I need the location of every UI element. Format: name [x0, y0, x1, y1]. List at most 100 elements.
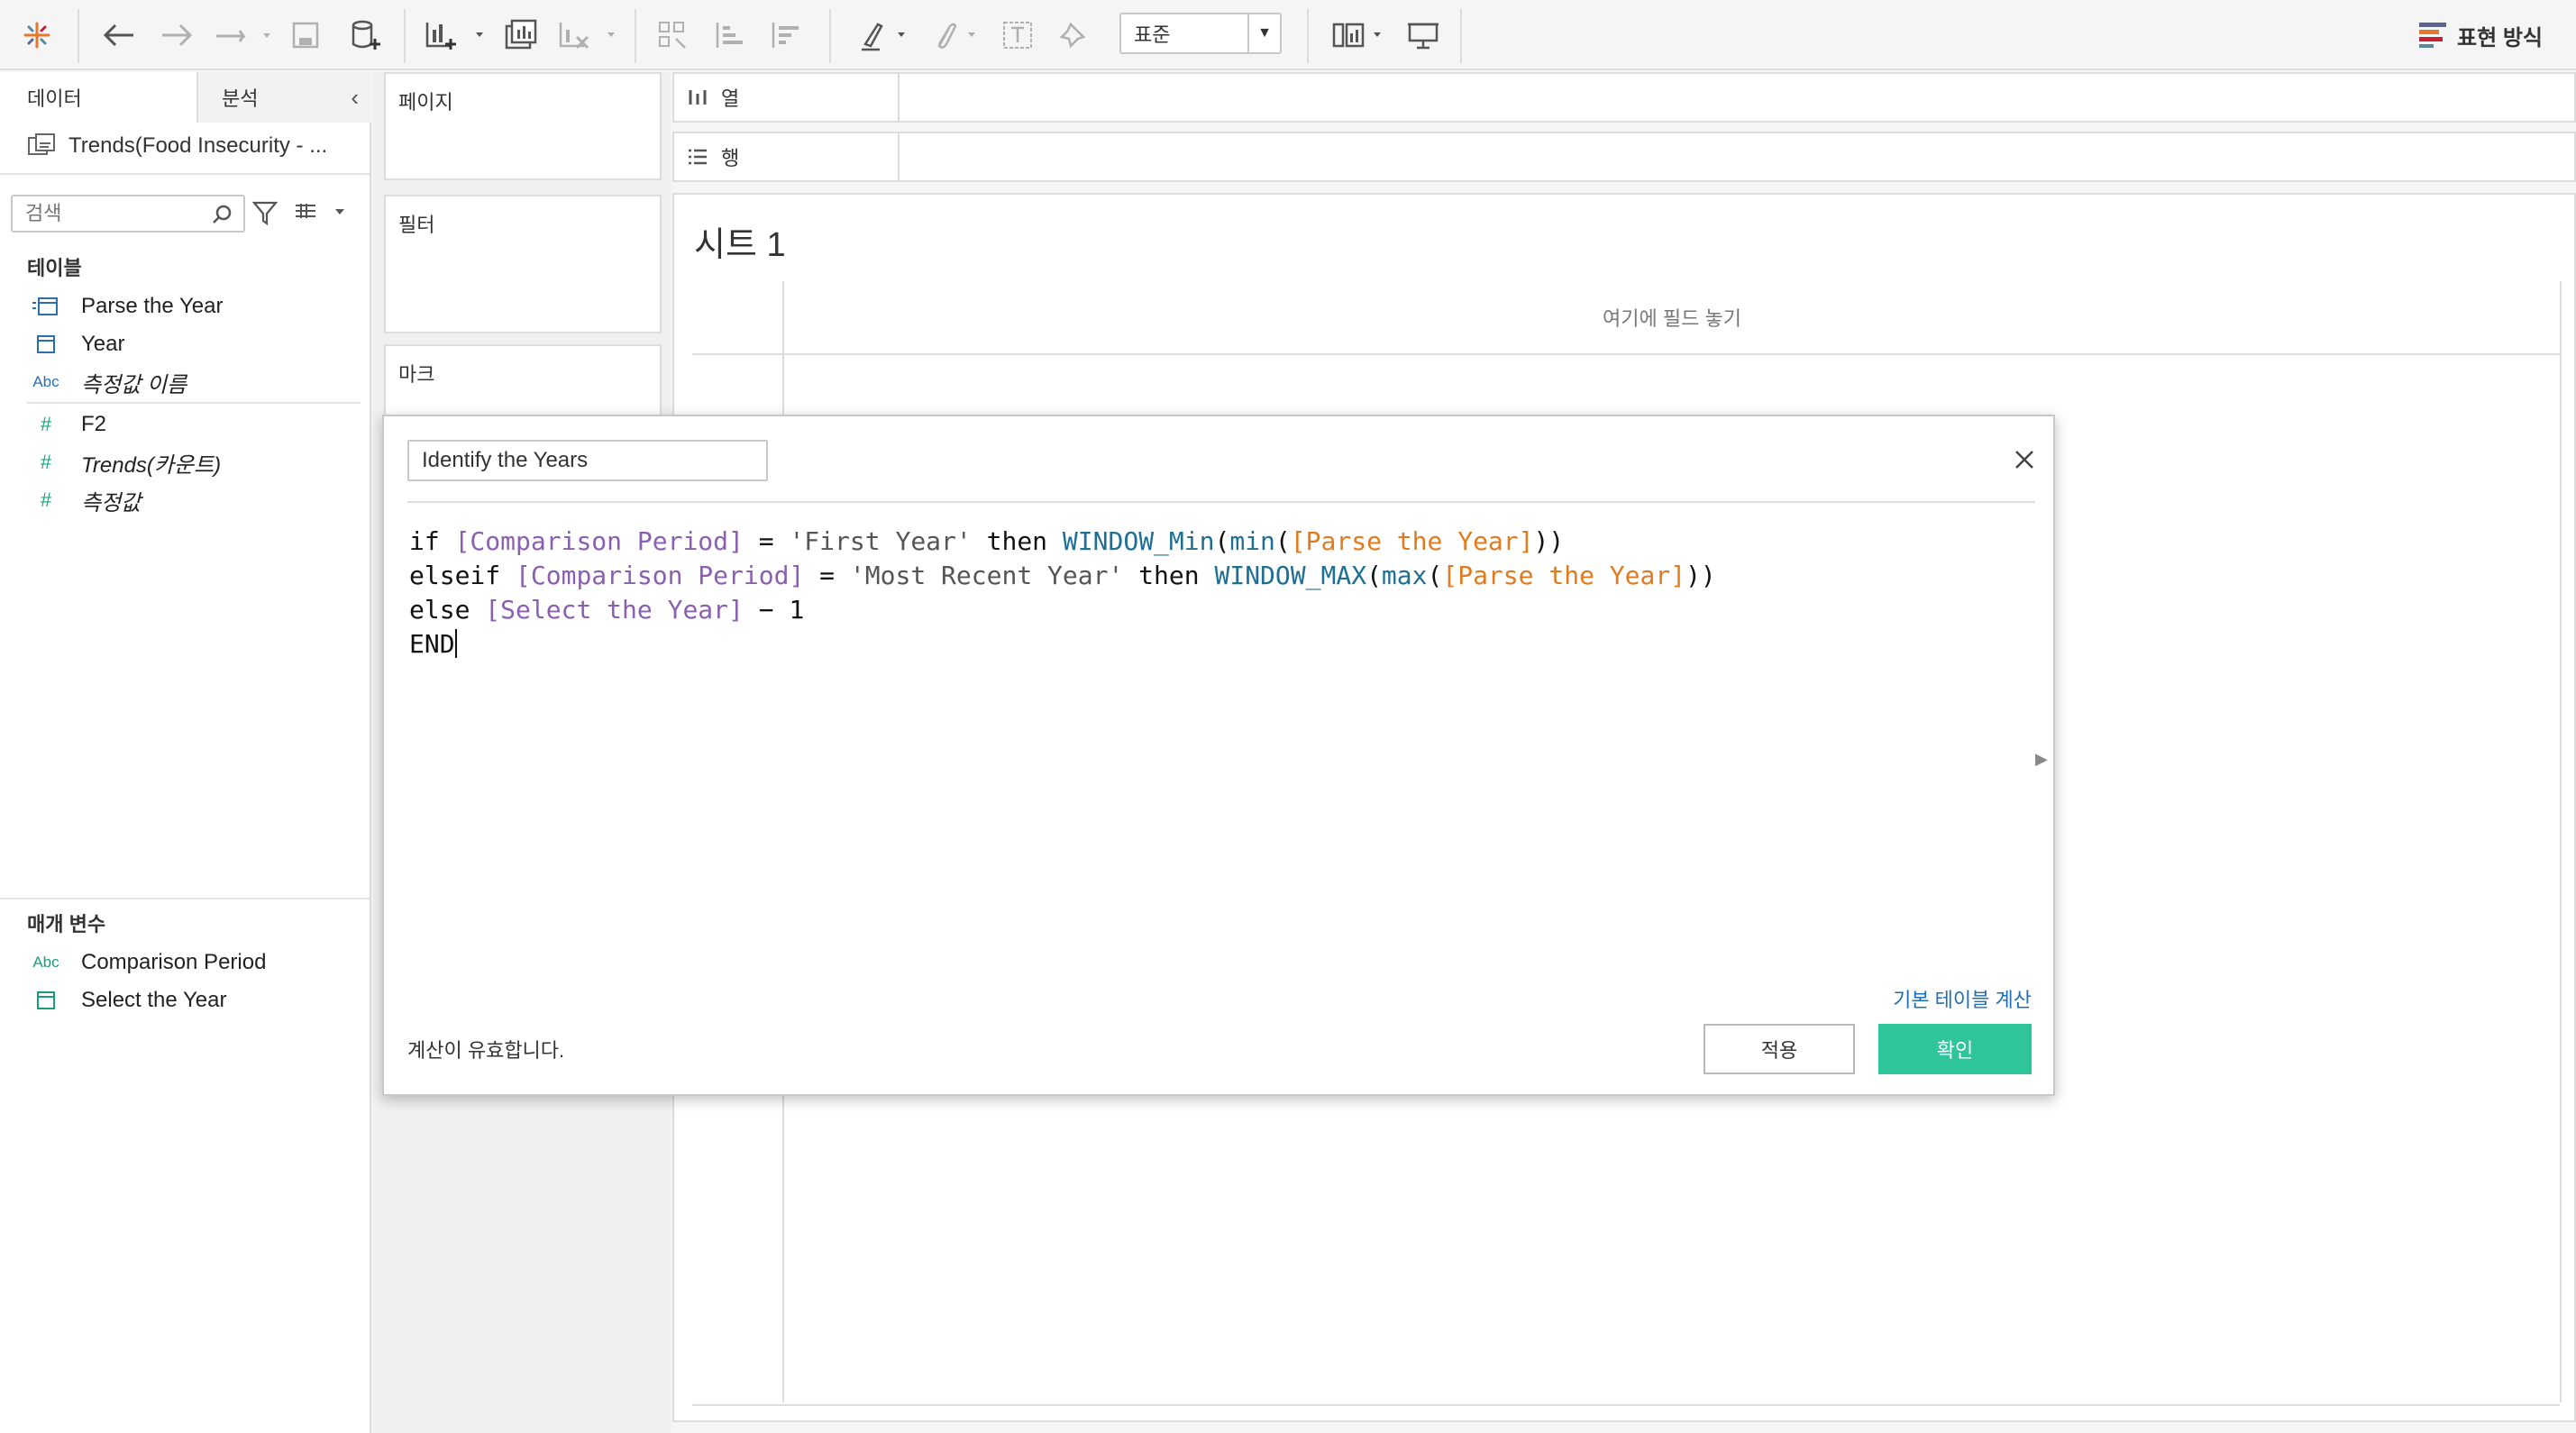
- datasource-name: Trends(Food Insecurity - ...: [69, 133, 328, 158]
- expand-functions-icon[interactable]: ▶: [2035, 750, 2048, 769]
- datasource-item[interactable]: Trends(Food Insecurity - ...: [27, 128, 327, 164]
- apply-button[interactable]: 적용: [1704, 1024, 1855, 1074]
- code-parameter: [Select the Year]: [485, 595, 744, 625]
- show-cards-dropdown-icon[interactable]: [1330, 14, 1388, 56]
- field-item[interactable]: Year: [32, 326, 125, 362]
- field-label: F2: [81, 412, 107, 436]
- tab-analytics-label: 분석: [222, 87, 259, 110]
- sort-ascending-icon[interactable]: [712, 14, 748, 56]
- tab-analytics[interactable]: 분석 ‹: [196, 72, 371, 123]
- drop-field-hint[interactable]: 여기에 필드 놓기: [782, 303, 2562, 332]
- tab-data[interactable]: 데이터: [0, 72, 196, 123]
- divider: [0, 173, 370, 175]
- code-operator: − 1: [743, 595, 805, 625]
- field-item[interactable]: Parse the Year: [32, 288, 223, 324]
- columns-label: 열: [721, 87, 740, 110]
- collapse-pane-icon[interactable]: ‹: [351, 84, 359, 112]
- redo-dropdown-icon[interactable]: [213, 14, 276, 56]
- columns-shelf[interactable]: 열: [672, 72, 2576, 123]
- filter-icon[interactable]: [251, 200, 279, 230]
- divider: [407, 501, 2035, 503]
- field-label: Trends(카운트): [81, 452, 222, 478]
- new-datasource-icon[interactable]: [348, 14, 384, 56]
- sheet-gridline: [2560, 281, 2562, 1402]
- show-me-button[interactable]: 표현 방식: [2419, 14, 2543, 56]
- search-input[interactable]: [25, 202, 206, 225]
- clear-sheet-icon[interactable]: [557, 14, 620, 56]
- duplicate-sheet-icon[interactable]: [503, 14, 539, 56]
- sheet-title[interactable]: 시트 1: [694, 216, 786, 266]
- presentation-mode-icon[interactable]: [1406, 14, 1442, 56]
- code-field: [Parse the Year]: [1290, 526, 1534, 556]
- abc-icon: Abc: [32, 954, 59, 971]
- show-me-icon: [2419, 23, 2446, 48]
- toolbar-separator: [829, 9, 831, 63]
- code-string: 'First Year': [789, 526, 972, 556]
- rows-shelf-label: 행: [674, 133, 900, 180]
- view-list-icon[interactable]: [294, 202, 348, 228]
- rows-label: 행: [721, 147, 740, 169]
- show-me-label: 표현 방식: [2457, 25, 2543, 50]
- code-paren: )): [1685, 561, 1716, 590]
- new-worksheet-icon[interactable]: [424, 14, 487, 56]
- back-arrow-icon[interactable]: [101, 14, 137, 56]
- toolbar-separator: [635, 9, 636, 63]
- field-item[interactable]: # F2: [32, 406, 106, 443]
- code-operator: =: [743, 526, 790, 556]
- number-icon: #: [40, 413, 52, 435]
- calendar-icon: [32, 296, 59, 317]
- ok-button[interactable]: 확인: [1878, 1024, 2032, 1074]
- field-item[interactable]: # Trends(카운트): [32, 444, 221, 480]
- tableau-logo-icon[interactable]: [22, 14, 52, 56]
- code-paren: )): [1533, 526, 1565, 556]
- sheet-gridline: [692, 353, 2560, 355]
- calculation-name-field[interactable]: Identify the Years: [407, 440, 768, 481]
- code-line-2: elseif [Comparison Period] = 'Most Recen…: [409, 561, 1716, 590]
- columns-icon: [689, 90, 707, 105]
- pages-shelf[interactable]: 페이지: [384, 72, 662, 180]
- sort-descending-icon[interactable]: [768, 14, 804, 56]
- field-item[interactable]: Abc 측정값 이름: [32, 364, 187, 400]
- code-keyword: if: [409, 526, 455, 556]
- fix-axes-pin-icon[interactable]: [1056, 14, 1092, 56]
- code-keyword: END: [409, 629, 455, 659]
- code-function: WINDOW_Min: [1062, 526, 1215, 556]
- field-search[interactable]: [11, 195, 245, 233]
- field-item[interactable]: # 측정값: [32, 482, 141, 518]
- save-icon[interactable]: [290, 14, 321, 56]
- code-parameter: [Comparison Period]: [516, 561, 805, 590]
- filters-shelf[interactable]: 필터: [384, 195, 662, 333]
- divider: [27, 402, 361, 404]
- code-paren: (: [1427, 561, 1443, 590]
- rows-shelf[interactable]: 행: [672, 132, 2576, 182]
- abc-icon: Abc: [32, 373, 59, 390]
- code-paren: (: [1366, 561, 1382, 590]
- parameter-item[interactable]: Abc Comparison Period: [32, 945, 266, 981]
- code-parameter: [Comparison Period]: [454, 526, 744, 556]
- data-pane: 데이터 분석 ‹ Trends(Food Insecurity - ... 검색…: [0, 72, 371, 1433]
- show-mark-labels-icon[interactable]: [1000, 14, 1037, 56]
- formula-editor[interactable]: if [Comparison Period] = 'First Year' th…: [409, 525, 2014, 921]
- group-members-dropdown-icon[interactable]: [927, 14, 981, 56]
- calendar-icon: [32, 990, 59, 1011]
- number-icon: #: [40, 488, 52, 511]
- default-table-calculation-link[interactable]: 기본 테이블 계산: [1893, 984, 2032, 1013]
- parameter-item[interactable]: Select the Year: [32, 982, 226, 1018]
- code-keyword: then: [1123, 561, 1215, 590]
- code-function: min: [1229, 526, 1275, 556]
- close-icon: [2015, 451, 2033, 469]
- toolbar-separator: [1460, 9, 1462, 63]
- highlight-dropdown-icon[interactable]: [856, 14, 910, 56]
- code-line-4: END: [409, 629, 457, 659]
- code-field: [Parse the Year]: [1442, 561, 1686, 590]
- forward-arrow-icon[interactable]: [159, 14, 195, 56]
- columns-shelf-label: 열: [674, 74, 900, 121]
- close-button[interactable]: [2008, 443, 2041, 476]
- toolbar-separator: [78, 9, 79, 63]
- fit-select-value: 표준: [1134, 23, 1171, 46]
- swap-rows-columns-icon[interactable]: [656, 14, 692, 56]
- fit-select[interactable]: 표준 ▼: [1119, 13, 1282, 54]
- sheet-gridline: [692, 1404, 2560, 1406]
- number-icon: #: [40, 451, 52, 473]
- divider: [0, 898, 370, 899]
